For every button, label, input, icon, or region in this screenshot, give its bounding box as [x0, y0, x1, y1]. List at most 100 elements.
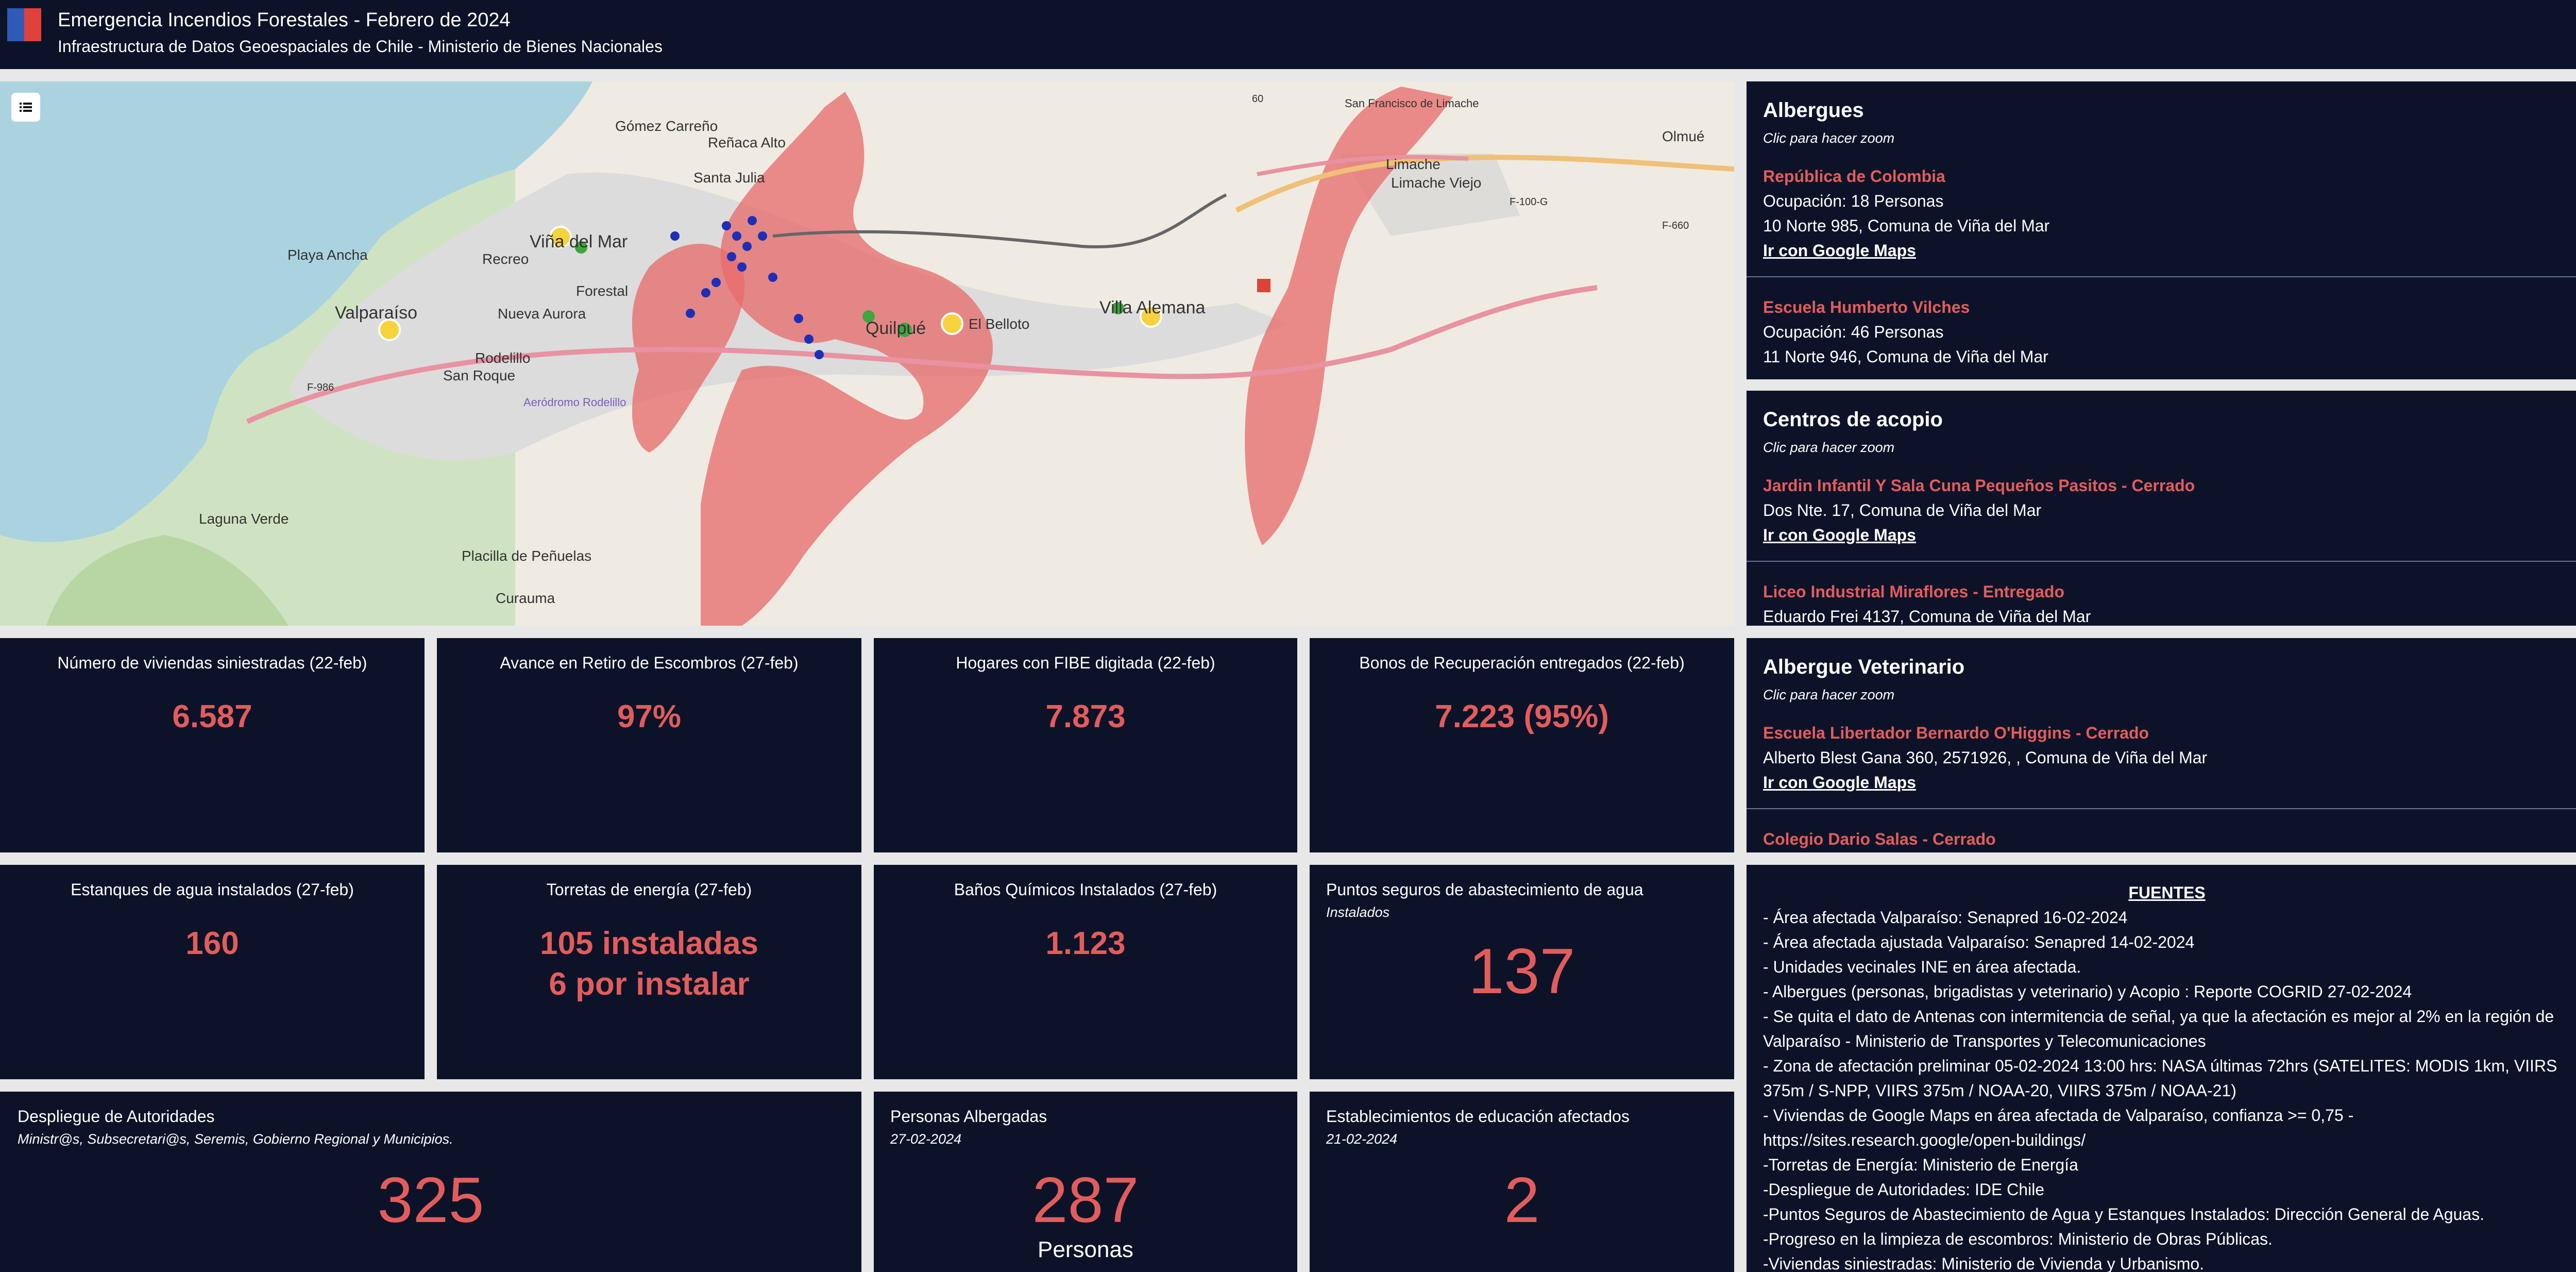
stat-value: 7.223 (95%): [1435, 699, 1609, 734]
fuentes-panel: FUENTES - Área afectada Valparaíso: Sena…: [1747, 865, 2576, 1272]
albergues-panel[interactable]: Albergues Clic para hacer zoom República…: [1747, 81, 2576, 379]
source-line: -Despliegue de Autoridades: IDE Chile: [1763, 1180, 2045, 1199]
stat-label: Hogares con FIBE digitada (22-feb): [956, 654, 1215, 672]
stat-label: Bonos de Recuperación entregados (22-feb…: [1359, 654, 1685, 672]
stat-card-educacion: Establecimientos de educación afectados …: [1310, 1092, 1734, 1272]
source-line: -Torretas de Energía: Ministerio de Ener…: [1763, 1156, 2078, 1174]
center-address: Eduardo Frei 4137, Comuna de Viña del Ma…: [1763, 607, 2091, 626]
map-label: Rodelillo: [475, 350, 530, 366]
source-line: - Área afectada Valparaíso: Senapred 16-…: [1763, 908, 2128, 927]
map-label: Olmué: [1662, 128, 1704, 144]
stat-card-despliegue: Despliegue de Autoridades Ministr@s, Sub…: [0, 1092, 861, 1272]
source-line: -Progreso en la limpieza de escombros: M…: [1763, 1230, 2273, 1248]
stat-value: 97%: [617, 699, 682, 734]
albergues-title: Albergues: [1763, 99, 1864, 122]
map-label: F-100-G: [1510, 196, 1548, 208]
page-title: Emergencia Incendios Forestales - Febrer…: [58, 9, 511, 31]
stat-sublabel: 21-02-2024: [1326, 1131, 1398, 1147]
veterinario-panel[interactable]: Albergue Veterinario Clic para hacer zoo…: [1747, 638, 2576, 852]
map-label: F-986: [307, 382, 334, 393]
source-line: - Unidades vecinales INE en área afectad…: [1763, 958, 2081, 976]
source-line: -Puntos Seguros de Abastecimiento de Agu…: [1763, 1205, 2484, 1224]
stat-value: 6.587: [172, 699, 252, 734]
stat-label: Avance en Retiro de Escombros (27-feb): [500, 654, 799, 672]
list-item[interactable]: Escuela Libertador Bernardo O'Higgins - …: [1763, 721, 2571, 795]
stat-card-banos: Baños Químicos Instalados (27-feb) 1.123: [874, 865, 1297, 1079]
map-label: Curauma: [496, 590, 555, 606]
stat-card-albergadas: Personas Albergadas 27-02-2024 287 Perso…: [874, 1092, 1297, 1272]
vet-shelter-address: Alberto Blest Gana 360, 2571926, , Comun…: [1763, 748, 2208, 767]
map-label: Gómez Carreño: [615, 118, 718, 134]
stat-value: 1.123: [1045, 926, 1126, 961]
list-item[interactable]: República de Colombia Ocupación: 18 Pers…: [1763, 164, 2571, 263]
map-label: Valparaíso: [335, 303, 417, 323]
shelter-name: República de Colombia: [1763, 167, 1945, 186]
stat-value: 325: [377, 1165, 484, 1236]
map-label: Limache Viejo: [1391, 175, 1481, 191]
acopio-title: Centros de acopio: [1763, 408, 1943, 431]
shelter-address: 10 Norte 985, Comuna de Viña del Mar: [1763, 216, 2050, 235]
stat-label: Estanques de agua instalados (27-feb): [71, 880, 354, 899]
map-label: Recreo: [482, 251, 529, 267]
map-canvas[interactable]: Gómez Carreño Reñaca Alto Santa Julia Vi…: [0, 81, 1734, 626]
acopio-hint: Clic para hacer zoom: [1763, 440, 1895, 455]
map-label: 60: [1252, 93, 1263, 105]
list-icon: [20, 103, 32, 112]
albergues-hint: Clic para hacer zoom: [1763, 130, 1895, 146]
map-view[interactable]: Gómez Carreño Reñaca Alto Santa Julia Vi…: [0, 81, 1734, 626]
stat-card-torretas: Torretas de energía (27-feb) 105 instala…: [437, 865, 861, 1079]
stat-sublabel: 27-02-2024: [890, 1131, 962, 1147]
map-label: San Roque: [443, 367, 515, 383]
stat-unit: Personas: [1038, 1237, 1133, 1262]
map-label: Aeródromo Rodelillo: [523, 396, 626, 409]
stat-card-fibe: Hogares con FIBE digitada (22-feb) 7.873: [874, 638, 1297, 852]
google-maps-link[interactable]: Ir con Google Maps: [1763, 770, 2571, 795]
center-name: Jardin Infantil Y Sala Cuna Pequeños Pas…: [1763, 476, 2195, 495]
map-label: Villa Alemana: [1099, 298, 1205, 317]
map-label: Placilla de Peñuelas: [462, 548, 591, 564]
map-label: Laguna Verde: [199, 511, 289, 527]
map-label: Forestal: [576, 283, 628, 299]
divider: [1747, 561, 2576, 562]
map-label: Limache: [1386, 156, 1440, 172]
map-label: F-660: [1662, 220, 1689, 231]
list-item[interactable]: Colegio Dario Salas - Cerrado: [1763, 827, 2571, 851]
source-line: -Viviendas siniestradas: Ministerio de V…: [1763, 1254, 2205, 1272]
stat-card-bonos: Bonos de Recuperación entregados (22-feb…: [1310, 638, 1734, 852]
source-line: - Área afectada ajustada Valparaíso: Sen…: [1763, 933, 2195, 951]
stat-label: Despliegue de Autoridades: [18, 1107, 215, 1126]
page-subtitle: Infraestructura de Datos Geoespaciales d…: [58, 37, 663, 56]
map-label: Viña del Mar: [530, 232, 628, 252]
veterinario-hint: Clic para hacer zoom: [1763, 687, 1895, 702]
layer-list-button[interactable]: [11, 93, 40, 122]
shelter-occupancy: Ocupación: 46 Personas: [1763, 323, 1944, 341]
map-label: San Francisco de Limache: [1345, 97, 1479, 110]
shelter-occupancy: Ocupación: 18 Personas: [1763, 192, 1944, 210]
stat-sublabel: Ministr@s, Subsecretari@s, Seremis, Gobi…: [18, 1131, 453, 1147]
acopio-panel[interactable]: Centros de acopio Clic para hacer zoom J…: [1747, 391, 2576, 626]
map-label: Quilpué: [866, 319, 926, 338]
stat-sublabel: Instalados: [1326, 905, 1390, 920]
center-name: Liceo Industrial Miraflores - Entregado: [1763, 582, 2064, 601]
google-maps-link[interactable]: Ir con Google Maps: [1763, 238, 2571, 263]
fuentes-title: FUENTES: [2128, 883, 2206, 902]
stat-label: Puntos seguros de abastecimiento de agua: [1326, 880, 1643, 899]
stat-value: 2: [1504, 1165, 1540, 1236]
stat-card-estanques: Estanques de agua instalados (27-feb) 16…: [0, 865, 425, 1079]
stat-value-secondary: 6 por instalar: [549, 966, 750, 1002]
stat-label: Baños Químicos Instalados (27-feb): [954, 880, 1217, 899]
stat-value: 137: [1468, 936, 1575, 1007]
source-line: - Albergues (personas, brigadistas y vet…: [1763, 982, 2412, 1001]
list-item[interactable]: Liceo Industrial Miraflores - Entregado …: [1763, 579, 2571, 626]
stat-card-viviendas: Número de viviendas siniestradas (22-feb…: [0, 638, 425, 852]
stat-card-escombros: Avance en Retiro de Escombros (27-feb) 9…: [437, 638, 861, 852]
shelter-address: 11 Norte 946, Comuna de Viña del Mar: [1763, 347, 2048, 366]
map-label: Reñaca Alto: [708, 135, 786, 150]
google-maps-link[interactable]: Ir con Google Maps: [1763, 523, 2571, 547]
source-line: - Se quita el dato de Antenas con interm…: [1763, 1007, 2554, 1050]
stat-value: 160: [185, 926, 239, 961]
list-item[interactable]: Escuela Humberto Vilches Ocupación: 46 P…: [1763, 295, 2571, 369]
list-item[interactable]: Jardin Infantil Y Sala Cuna Pequeños Pas…: [1763, 473, 2571, 547]
chile-flag-icon: [7, 8, 41, 41]
stat-value: 7.873: [1045, 699, 1126, 734]
